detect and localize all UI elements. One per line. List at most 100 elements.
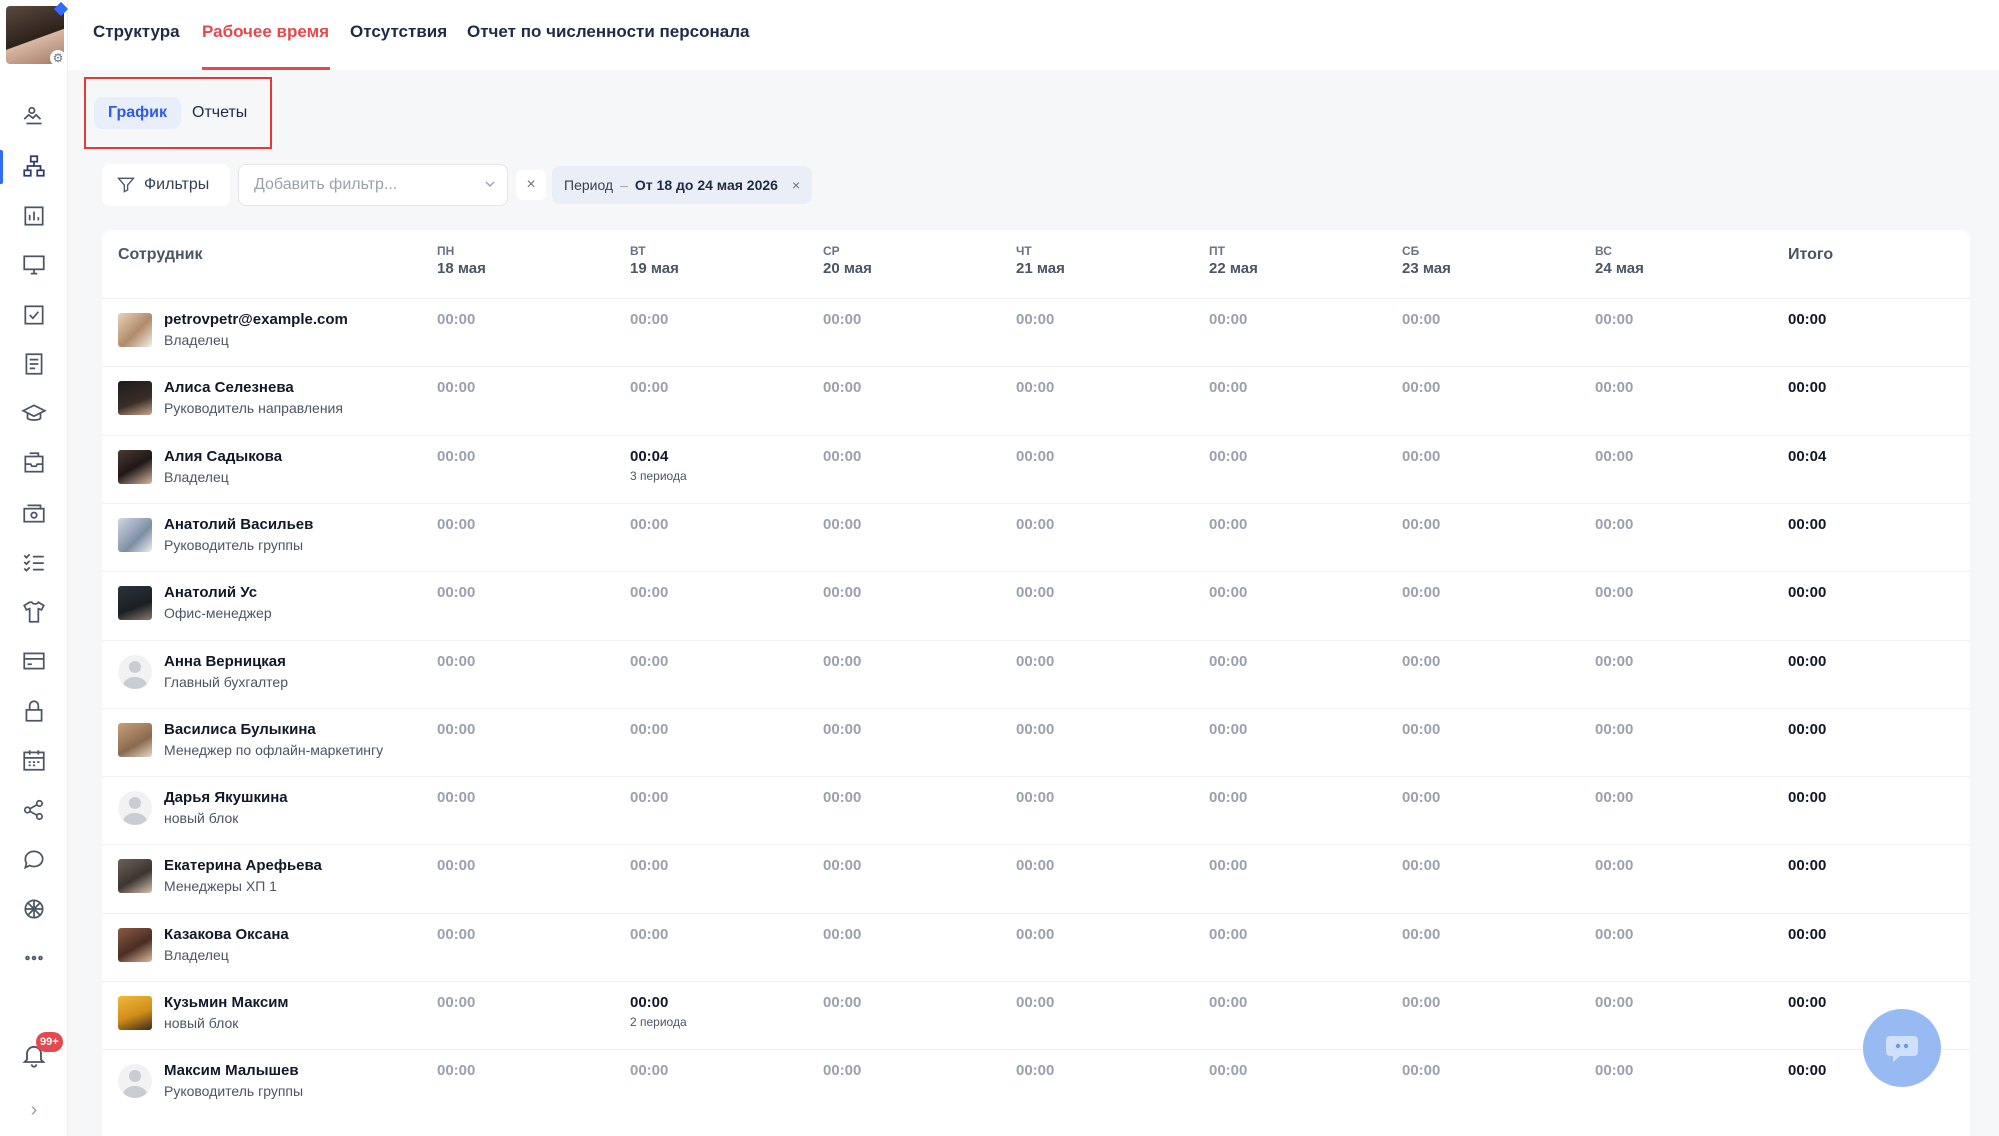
period-filter-chip[interactable]: Период – От 18 до 24 мая 2026 × <box>552 166 813 204</box>
tab-headcount-report[interactable]: Отчет по численности персонала <box>467 22 749 42</box>
time-cell[interactable]: 00:00 <box>1402 721 1440 738</box>
table-row[interactable]: Алия Садыкова Владелец 00:00 00:04 3 периода… <box>102 434 1970 503</box>
time-cell[interactable]: 00:00 <box>1595 926 1633 943</box>
time-cell[interactable]: 00:00 <box>1402 1062 1440 1079</box>
time-cell[interactable]: 00:00 <box>1016 789 1054 806</box>
time-cell[interactable]: 00:00 <box>1209 789 1247 806</box>
time-cell[interactable]: 00:00 <box>823 721 861 738</box>
time-cell[interactable]: 00:00 <box>1209 653 1247 670</box>
employee-name[interactable]: Максим Малышев <box>164 1062 299 1079</box>
tab-absences[interactable]: Отсутствия <box>350 22 447 42</box>
time-cell[interactable]: 00:00 <box>1402 311 1440 328</box>
time-cell[interactable]: 00:00 <box>437 379 475 396</box>
time-cell[interactable]: 00:00 <box>1402 516 1440 533</box>
lock-icon[interactable] <box>0 686 68 736</box>
time-cell[interactable]: 00:00 <box>630 721 668 738</box>
time-cell[interactable]: 00:00 <box>1016 721 1054 738</box>
more-dots-icon[interactable] <box>0 934 68 984</box>
time-cell[interactable]: 00:00 <box>823 379 861 396</box>
time-cell[interactable]: 00:00 <box>630 379 668 396</box>
time-cell[interactable]: 00:00 <box>1595 584 1633 601</box>
tab-working-time[interactable]: Рабочее время <box>202 22 329 42</box>
time-cell[interactable]: 00:00 <box>1016 311 1054 328</box>
time-cell[interactable]: 00:00 <box>630 516 668 533</box>
time-cell[interactable]: 00:00 <box>630 789 668 806</box>
tshirt-icon[interactable] <box>0 587 68 637</box>
time-cell[interactable]: 00:00 <box>823 448 861 465</box>
monitor-icon[interactable] <box>0 241 68 291</box>
time-cell[interactable]: 00:00 <box>1209 516 1247 533</box>
table-row[interactable]: petrovpetr@example.com Владелец 00:00 00:00… <box>102 298 1970 366</box>
time-cell[interactable]: 00:00 <box>1402 994 1440 1011</box>
time-cell[interactable]: 00:00 <box>437 994 475 1011</box>
employee-name[interactable]: Дарья Якушкина <box>164 789 288 806</box>
time-cell[interactable]: 00:00 <box>1595 721 1633 738</box>
time-cell[interactable]: 00:00 <box>1016 653 1054 670</box>
avatar[interactable] <box>118 791 152 826</box>
table-row[interactable]: Казакова Оксана Владелец 00:00 00:00 00:00 00… <box>102 912 1970 981</box>
time-cell[interactable]: 00:00 <box>1209 721 1247 738</box>
time-cell[interactable]: 00:00 <box>823 926 861 943</box>
time-cell[interactable]: 00:00 <box>1595 857 1633 874</box>
time-cell[interactable]: 00:00 <box>1016 1062 1054 1079</box>
time-cell[interactable]: 00:00 <box>1595 789 1633 806</box>
subtab-schedule[interactable]: График <box>94 97 181 129</box>
time-cell[interactable]: 00:00 <box>1402 448 1440 465</box>
time-cell[interactable]: 00:00 <box>1402 857 1440 874</box>
avatar[interactable] <box>118 859 152 894</box>
time-cell[interactable]: 00:00 <box>630 311 668 328</box>
avatar[interactable] <box>118 517 152 552</box>
time-cell[interactable]: 00:00 <box>1209 857 1247 874</box>
time-cell[interactable]: 00:00 <box>1016 994 1054 1011</box>
ai-spark-icon[interactable] <box>0 884 68 934</box>
table-row[interactable]: Алиса Селезнева Руководитель направления 0… <box>102 366 1970 434</box>
filters-button[interactable]: Фильтры <box>102 164 230 206</box>
time-cell[interactable]: 00:00 <box>1595 516 1633 533</box>
time-cell[interactable]: 00:00 <box>1402 926 1440 943</box>
time-cell[interactable]: 00:00 <box>437 789 475 806</box>
avatar[interactable] <box>118 722 152 757</box>
calendar-icon[interactable] <box>0 736 68 786</box>
time-cell[interactable]: 00:00 <box>630 1062 668 1079</box>
employee-name[interactable]: Алиса Селезнева <box>164 379 294 396</box>
time-cell[interactable]: 00:00 <box>1595 311 1633 328</box>
time-cell[interactable]: 00:00 <box>437 857 475 874</box>
employee-name[interactable]: petrovpetr@example.com <box>164 311 348 328</box>
employee-name[interactable]: Анатолий Ус <box>164 584 257 601</box>
time-cell[interactable]: 00:00 <box>823 311 861 328</box>
time-cell[interactable]: 00:00 <box>437 926 475 943</box>
period-chip-remove-button[interactable]: × <box>792 177 800 193</box>
time-cell[interactable]: 00:00 <box>823 653 861 670</box>
employee-name[interactable]: Анна Верницкая <box>164 653 286 670</box>
time-cell[interactable]: 00:00 <box>1595 448 1633 465</box>
avatar[interactable] <box>118 996 152 1030</box>
credit-card-icon[interactable] <box>0 637 68 687</box>
share-nodes-icon[interactable] <box>0 785 68 835</box>
inbox-icon[interactable] <box>0 439 68 489</box>
handshake-icon[interactable] <box>0 92 68 142</box>
time-cell[interactable]: 00:00 <box>1402 379 1440 396</box>
chat-bubble-icon[interactable] <box>0 835 68 885</box>
time-cell[interactable]: 00:00 <box>823 994 861 1011</box>
time-cell[interactable]: 00:00 <box>1402 653 1440 670</box>
time-cell[interactable]: 00:00 <box>437 1062 475 1079</box>
time-cell[interactable]: 00:00 <box>437 653 475 670</box>
avatar[interactable] <box>118 449 152 484</box>
avatar[interactable] <box>118 1064 152 1099</box>
checkbox-icon[interactable] <box>0 290 68 340</box>
employee-name[interactable]: Казакова Оксана <box>164 926 289 943</box>
time-cell[interactable]: 00:00 <box>437 311 475 328</box>
time-cell[interactable]: 00:00 <box>823 516 861 533</box>
time-cell[interactable]: 00:00 <box>1209 584 1247 601</box>
employee-name[interactable]: Екатерина Арефьева <box>164 857 322 874</box>
table-row[interactable]: Максим Малышев Руководитель группы 00:00 00… <box>102 1049 1970 1117</box>
time-cell[interactable]: 00:00 <box>437 721 475 738</box>
employee-name[interactable]: Анатолий Васильев <box>164 516 313 533</box>
employee-name[interactable]: Василиса Булыкина <box>164 721 316 738</box>
avatar[interactable] <box>118 313 152 347</box>
time-cell[interactable]: 00:00 <box>1209 926 1247 943</box>
clear-filters-button[interactable]: × <box>516 170 546 200</box>
time-cell[interactable]: 00:00 <box>630 926 668 943</box>
bar-chart-icon[interactable] <box>0 191 68 241</box>
table-row[interactable]: Анатолий Ус Офис-менеджер 00:00 00:00 00:00 0… <box>102 571 1970 639</box>
